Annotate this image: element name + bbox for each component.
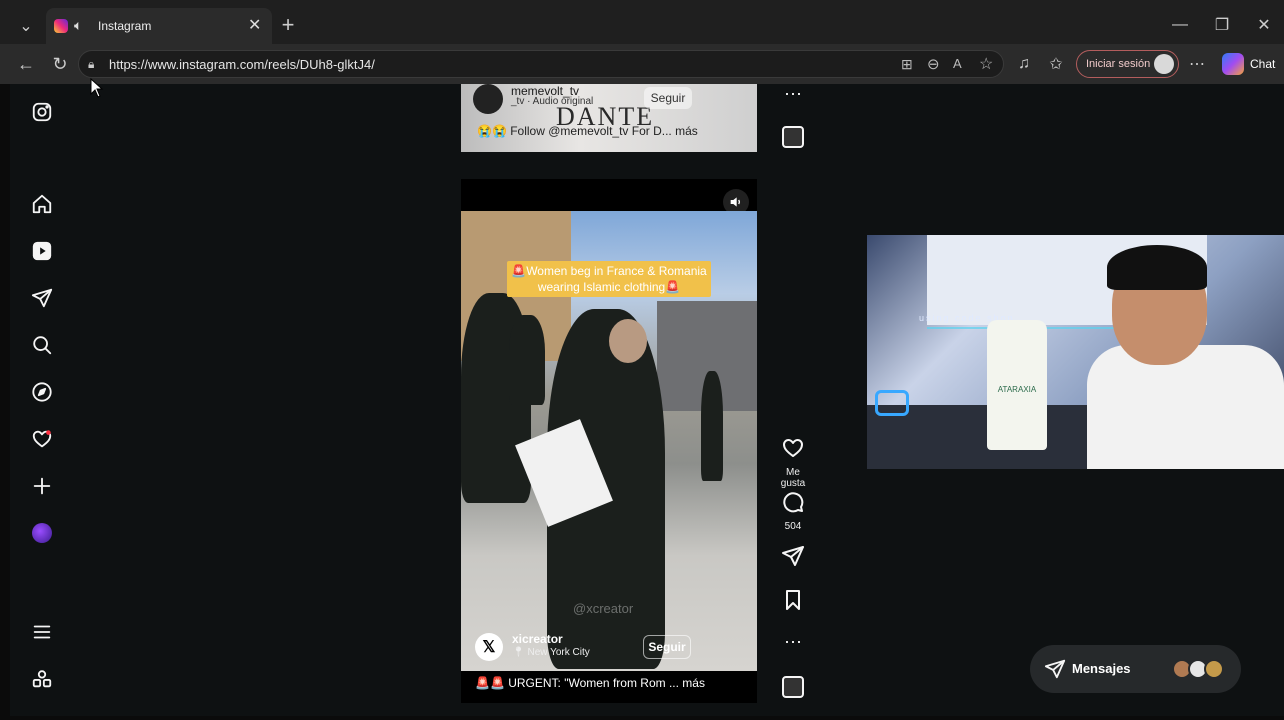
- reel-watermark: @xcreator: [573, 601, 634, 616]
- profile-avatar-icon: [1154, 54, 1174, 74]
- address-bar[interactable]: 🔒︎ https://www.instagram.com/reels/DUh8-…: [78, 50, 1004, 78]
- reels-icon[interactable]: [30, 239, 54, 263]
- signin-button[interactable]: Iniciar sesión: [1076, 50, 1179, 78]
- previous-reel-more-icon[interactable]: ⋯: [777, 84, 809, 105]
- comment-count: 504: [784, 521, 802, 532]
- video-person: [509, 315, 545, 405]
- reel-caption[interactable]: 🚨🚨 URGENT: "Women from Rom ... más: [475, 676, 705, 690]
- messages-button[interactable]: Mensajes: [1030, 645, 1241, 693]
- share-button[interactable]: [777, 544, 809, 573]
- instagram-logo-icon[interactable]: [30, 100, 54, 124]
- copilot-chat-button[interactable]: Chat: [1218, 50, 1284, 78]
- like-button[interactable]: Me gusta: [777, 436, 809, 489]
- instagram-favicon-icon: [54, 19, 68, 33]
- reel-more-icon[interactable]: ⋯: [777, 632, 809, 653]
- zoom-icon[interactable]: ⊖: [927, 55, 940, 73]
- speaker-icon[interactable]: 🔈︎: [74, 17, 82, 34]
- more-menu-icon[interactable]: ⋯: [1183, 50, 1211, 78]
- webcam-person-shirt: [1087, 345, 1284, 469]
- webcam-person-cap: [1107, 245, 1207, 290]
- reel-video-frame[interactable]: 🚨Women beg in France & Romania wearing I…: [461, 211, 757, 671]
- like-label: Me gusta: [780, 467, 806, 489]
- reel-overlay-text: 🚨Women beg in France & Romania wearing I…: [507, 261, 711, 297]
- url-text[interactable]: https://www.instagram.com/reels/DUh8-glk…: [109, 57, 375, 72]
- previous-reel-follow-button[interactable]: Seguir: [644, 87, 692, 109]
- read-aloud-icon[interactable]: A: [953, 56, 962, 71]
- profile-avatar[interactable]: [30, 521, 54, 545]
- home-icon[interactable]: [30, 192, 54, 216]
- chat-label: Chat: [1250, 57, 1276, 71]
- previous-reel-avatar[interactable]: [473, 84, 503, 114]
- favorites-icon[interactable]: ✩: [1042, 50, 1070, 78]
- tab-instagram[interactable]: 🔈︎ Instagram ✕: [46, 8, 272, 44]
- notifications-heart-icon[interactable]: [30, 427, 54, 451]
- mouse-cursor-icon: [90, 77, 104, 103]
- previous-reel-audio-thumb[interactable]: [777, 126, 809, 148]
- direct-messages-icon[interactable]: [30, 286, 54, 310]
- close-window-icon[interactable]: ✕: [1250, 11, 1278, 39]
- browser-tab-bar: ⌄ 🔈︎ Instagram ✕ + — ❐ ✕: [0, 0, 1284, 46]
- minimize-icon[interactable]: —: [1166, 11, 1194, 39]
- webcam-bottle-text: ATARAXIA: [997, 385, 1037, 394]
- signin-label: Iniciar sesión: [1086, 58, 1151, 70]
- reel-location[interactable]: 📍︎ New York City: [512, 647, 590, 658]
- x-logo-avatar[interactable]: 𝕏: [475, 633, 503, 661]
- instagram-page: memevolt_tv _tv · Audio original DANTE S…: [10, 84, 1284, 716]
- lock-icon: 🔒︎: [88, 57, 95, 71]
- restore-icon[interactable]: ❐: [1208, 11, 1236, 39]
- reel-location-text: New York City: [527, 647, 590, 658]
- video-person: [701, 371, 723, 481]
- favorite-star-icon[interactable]: ☆: [979, 54, 993, 74]
- also-from-meta-icon[interactable]: [30, 667, 54, 691]
- save-bookmark-button[interactable]: [777, 588, 809, 617]
- create-plus-icon[interactable]: [30, 474, 54, 498]
- search-icon[interactable]: [30, 333, 54, 357]
- split-screen-icon[interactable]: ⊞: [901, 56, 913, 73]
- reel-account-name[interactable]: xicreator: [512, 632, 563, 646]
- message-avatar: [1204, 659, 1224, 679]
- explore-compass-icon[interactable]: [30, 380, 54, 404]
- webcam-overlay: using code shop ATARAXIA: [867, 235, 1284, 469]
- new-tab-icon[interactable]: +: [274, 11, 302, 39]
- back-icon[interactable]: ←: [12, 50, 40, 78]
- previous-reel[interactable]: memevolt_tv _tv · Audio original DANTE S…: [461, 84, 757, 152]
- copilot-icon: [1222, 53, 1244, 75]
- previous-reel-caption[interactable]: 😭😭 Follow @memevolt_tv For D... más: [477, 124, 698, 138]
- webcam-device: [875, 390, 909, 416]
- messages-label: Mensajes: [1072, 661, 1131, 676]
- follow-button[interactable]: Seguir: [643, 635, 691, 659]
- tab-title: Instagram: [98, 19, 152, 33]
- refresh-icon[interactable]: ↻: [46, 50, 74, 78]
- current-reel[interactable]: 🚨Women beg in France & Romania wearing I…: [461, 179, 757, 703]
- address-toolbar: ← ↻ 🔒︎ https://www.instagram.com/reels/D…: [0, 44, 1284, 84]
- tab-actions-chevron-icon[interactable]: ⌄: [12, 12, 40, 40]
- reel-audio-thumb[interactable]: [777, 676, 809, 698]
- media-control-icon[interactable]: ♫: [1010, 50, 1038, 78]
- more-menu-icon[interactable]: [30, 620, 54, 644]
- comment-button[interactable]: 504: [777, 490, 809, 532]
- video-face: [609, 319, 647, 363]
- close-tab-icon[interactable]: ✕: [248, 15, 261, 35]
